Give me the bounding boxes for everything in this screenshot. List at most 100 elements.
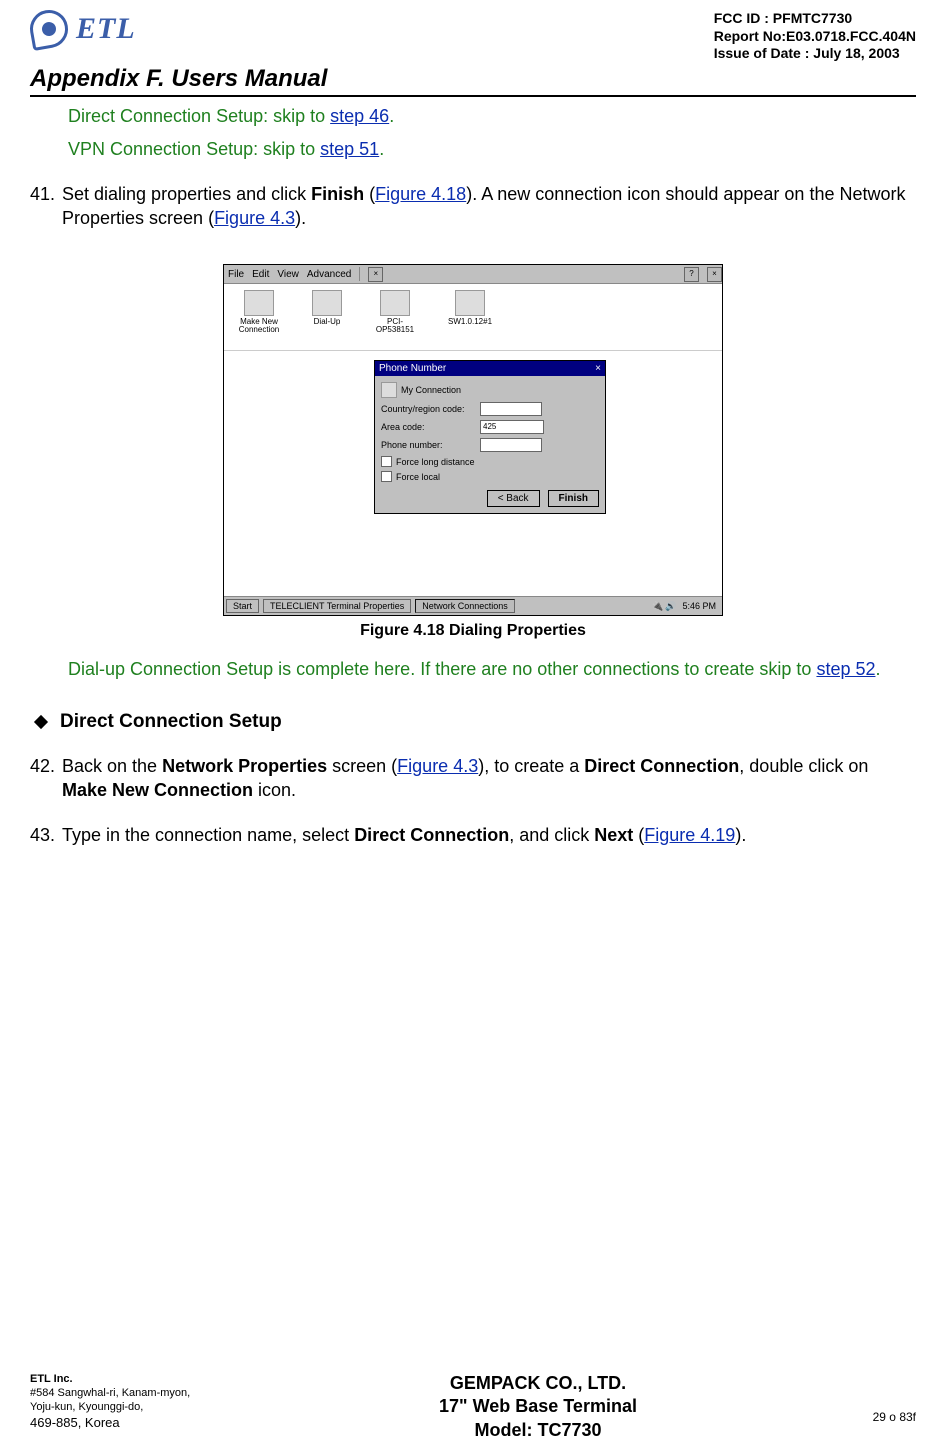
connection-icons: Make New Connection Dial-Up PCI-OP538151… bbox=[224, 284, 722, 351]
section-title: Direct Connection Setup bbox=[60, 711, 282, 733]
text: , double click on bbox=[739, 756, 868, 776]
icon-label: Make New Connection bbox=[234, 318, 284, 334]
footer-company-center: GEMPACK CO., LTD. bbox=[260, 1372, 816, 1395]
label-country: Country/region code: bbox=[381, 404, 476, 414]
input-area[interactable]: 425 bbox=[480, 420, 544, 434]
text: ). bbox=[735, 825, 746, 845]
checkbox-force-long[interactable] bbox=[381, 456, 392, 467]
logo: ETL bbox=[30, 10, 136, 48]
connection-icon bbox=[244, 290, 274, 316]
text: , and click bbox=[509, 825, 594, 845]
footer-model: Model: TC7730 bbox=[260, 1419, 816, 1442]
page-number: 29 o 83f bbox=[816, 1410, 916, 1442]
dialog-title-text: Phone Number bbox=[379, 363, 446, 374]
footer-product: GEMPACK CO., LTD. 17" Web Base Terminal … bbox=[260, 1372, 816, 1442]
checkbox-force-local[interactable] bbox=[381, 471, 392, 482]
text: Back on the bbox=[62, 756, 162, 776]
help-icon[interactable]: ? bbox=[684, 267, 699, 282]
text: Type in the connection name, select bbox=[62, 825, 354, 845]
text: . bbox=[389, 106, 394, 126]
vpn-setup-skip: VPN Connection Setup: skip to step 51. bbox=[68, 138, 906, 161]
figure-caption: Figure 4.18 Dialing Properties bbox=[30, 622, 916, 640]
menu-file[interactable]: File bbox=[228, 269, 244, 280]
dialog-close-icon[interactable]: × bbox=[595, 363, 601, 374]
icon-label: Dial-Up bbox=[314, 318, 341, 326]
text: ( bbox=[633, 825, 644, 845]
link-step-46[interactable]: step 46 bbox=[330, 106, 389, 126]
input-phone[interactable] bbox=[480, 438, 542, 452]
text: screen ( bbox=[327, 756, 397, 776]
bold: Direct Connection bbox=[354, 825, 509, 845]
globe-icon bbox=[27, 7, 71, 51]
link-step-52[interactable]: step 52 bbox=[816, 659, 875, 679]
dialup-complete-note: Dial-up Connection Setup is complete her… bbox=[54, 658, 910, 681]
icon-sw[interactable]: SW1.0.12#1 bbox=[448, 290, 492, 344]
link-figure-4-19[interactable]: Figure 4.19 bbox=[644, 825, 735, 845]
tray-icon[interactable]: 🔊 bbox=[665, 601, 676, 612]
back-button[interactable]: < Back bbox=[487, 490, 540, 507]
footer-company: ETL Inc. bbox=[30, 1373, 73, 1385]
logo-text: ETL bbox=[76, 12, 136, 46]
footer-address: ETL Inc. #584 Sangwhal-ri, Kanam-myon, Y… bbox=[30, 1372, 260, 1442]
icon-label: SW1.0.12#1 bbox=[448, 318, 492, 326]
step-number: 41. bbox=[30, 183, 62, 230]
diamond-bullet-icon bbox=[34, 715, 48, 729]
connection-icon bbox=[380, 290, 410, 316]
menu-edit[interactable]: Edit bbox=[252, 269, 269, 280]
input-country[interactable] bbox=[480, 402, 542, 416]
icon-label: PCI-OP538151 bbox=[370, 318, 420, 334]
text: VPN Connection Setup: skip to bbox=[68, 139, 320, 159]
header-metadata: FCC ID : PFMTC7730 Report No:E03.0718.FC… bbox=[714, 10, 916, 63]
embedded-screenshot: File Edit View Advanced × ? × Make New C… bbox=[223, 264, 723, 616]
bold: Make New Connection bbox=[62, 780, 253, 800]
menu-view[interactable]: View bbox=[277, 269, 299, 280]
link-figure-4-3b[interactable]: Figure 4.3 bbox=[397, 756, 478, 776]
issue-date: Issue of Date : July 18, 2003 bbox=[714, 45, 916, 63]
connection-icon bbox=[312, 290, 342, 316]
close-icon[interactable]: × bbox=[707, 267, 722, 282]
header-rule bbox=[30, 95, 916, 97]
label-area: Area code: bbox=[381, 422, 476, 432]
step-number: 42. bbox=[30, 755, 62, 802]
text: Dial-up Connection Setup is complete her… bbox=[68, 659, 816, 679]
section-direct-connection: Direct Connection Setup bbox=[30, 711, 916, 733]
link-figure-4-18[interactable]: Figure 4.18 bbox=[375, 184, 466, 204]
label-phone: Phone number: bbox=[381, 440, 476, 450]
label-force-long: Force long distance bbox=[396, 457, 475, 467]
text: Set dialing properties and click bbox=[62, 184, 311, 204]
text: ( bbox=[364, 184, 375, 204]
text: ), to create a bbox=[478, 756, 584, 776]
toolbar-icon[interactable]: × bbox=[368, 267, 383, 282]
taskbar: Start TELECLIENT Terminal Properties Net… bbox=[224, 596, 722, 615]
footer: ETL Inc. #584 Sangwhal-ri, Kanam-myon, Y… bbox=[30, 1372, 916, 1442]
bold: Direct Connection bbox=[584, 756, 739, 776]
connection-icon bbox=[455, 290, 485, 316]
icon-make-new-connection[interactable]: Make New Connection bbox=[234, 290, 284, 344]
system-tray: 🔌 🔊 5:46 PM bbox=[652, 601, 720, 612]
bold: Next bbox=[594, 825, 633, 845]
bold: Network Properties bbox=[162, 756, 327, 776]
dialog-phone-number: Phone Number × My Connection Country/reg… bbox=[374, 360, 606, 514]
icon-dial-up[interactable]: Dial-Up bbox=[312, 290, 342, 344]
icon-pci[interactable]: PCI-OP538151 bbox=[370, 290, 420, 344]
link-step-51[interactable]: step 51 bbox=[320, 139, 379, 159]
text: ). bbox=[295, 208, 306, 228]
start-button[interactable]: Start bbox=[226, 599, 259, 613]
tray-icon[interactable]: 🔌 bbox=[652, 601, 663, 612]
taskbar-item-terminal[interactable]: TELECLIENT Terminal Properties bbox=[263, 599, 411, 613]
footer-addr-line: #584 Sangwhal-ri, Kanam-myon, bbox=[30, 1387, 190, 1399]
text: Direct Connection Setup: skip to bbox=[68, 106, 330, 126]
report-no: Report No:E03.0718.FCC.404N bbox=[714, 28, 916, 46]
finish-button[interactable]: Finish bbox=[548, 490, 599, 507]
step-43: 43. Type in the connection name, select … bbox=[30, 824, 916, 847]
link-figure-4-3[interactable]: Figure 4.3 bbox=[214, 208, 295, 228]
label-force-local: Force local bbox=[396, 472, 440, 482]
taskbar-item-network[interactable]: Network Connections bbox=[415, 599, 515, 613]
direct-setup-skip: Direct Connection Setup: skip to step 46… bbox=[68, 105, 906, 128]
footer-product-name: 17" Web Base Terminal bbox=[260, 1395, 816, 1418]
menu-advanced[interactable]: Advanced bbox=[307, 269, 351, 280]
clock: 5:46 PM bbox=[678, 601, 720, 611]
connection-icon bbox=[381, 382, 397, 398]
footer-addr-line: Yoju-kun, Kyounggi-do, bbox=[30, 1401, 143, 1413]
app-menubar: File Edit View Advanced × ? × bbox=[224, 265, 722, 284]
